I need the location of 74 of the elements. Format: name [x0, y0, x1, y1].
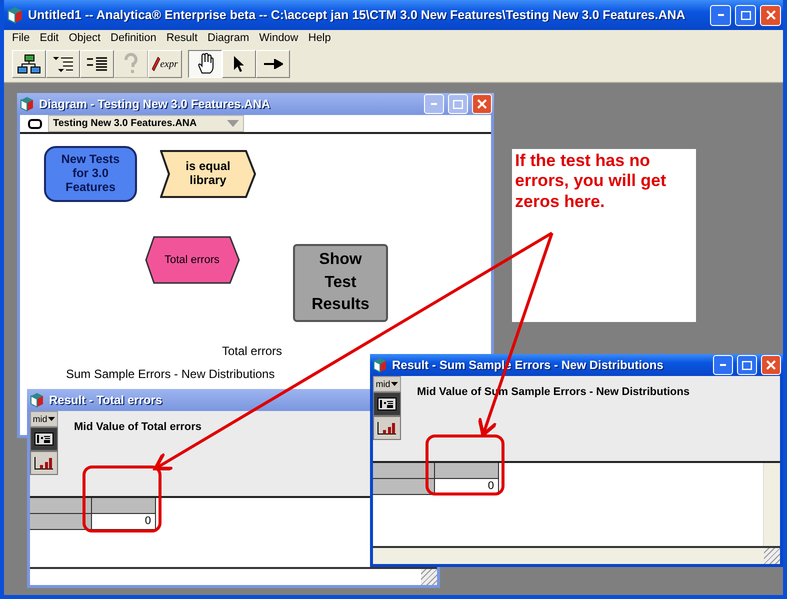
maximize-icon — [742, 360, 752, 370]
table-header-cell — [373, 463, 435, 479]
caret-icon — [48, 417, 56, 421]
menu-item[interactable]: File — [8, 32, 36, 44]
close-button[interactable] — [472, 94, 492, 114]
close-icon — [766, 360, 776, 370]
table-icon — [377, 397, 397, 411]
menu-item[interactable]: Help — [304, 32, 337, 44]
resize-grip[interactable] — [764, 548, 780, 564]
table-header-cell — [92, 498, 156, 514]
mode-dropdown[interactable]: mid — [373, 376, 401, 392]
table-view-button[interactable] — [30, 427, 58, 451]
arrow-tool-icon — [263, 59, 283, 69]
annotation-note: If the test has no errors, you will get zeros here. — [512, 149, 696, 322]
outline-list-icon — [52, 55, 74, 73]
close-button[interactable] — [760, 4, 781, 26]
caret-icon — [226, 120, 239, 127]
table-header-cell — [435, 463, 499, 479]
close-icon — [766, 10, 776, 20]
diagram-icon — [17, 54, 41, 74]
row-header-cell — [30, 514, 92, 530]
window-title: Untitled1 -- Analytica® Enterprise beta -- C:\accept jan 15\CTM 3.0 New Features\Testing New 3.0 Features.ANA — [28, 8, 686, 22]
app-logo-icon — [372, 357, 388, 373]
pointer-icon — [233, 55, 245, 73]
toolbar-button[interactable]: expr — [148, 50, 182, 78]
minimize-button[interactable] — [710, 4, 731, 26]
module-dropdown[interactable]: Testing New 3.0 Features.ANA — [48, 115, 244, 132]
maximize-icon — [740, 10, 750, 20]
minimize-icon — [431, 103, 437, 105]
button-node[interactable]: Show Test Results — [293, 244, 388, 322]
menu-item[interactable]: Edit — [36, 32, 65, 44]
minimize-icon — [720, 364, 726, 366]
window-title: Result - Total errors — [49, 393, 164, 407]
menu-item[interactable]: Definition — [106, 32, 162, 44]
result-heading: Mid Value of Total errors — [74, 421, 202, 435]
library-node[interactable]: is equal library — [160, 150, 256, 198]
hand-icon — [196, 53, 214, 75]
row-header-cell — [373, 479, 435, 495]
bar-chart-icon — [34, 456, 54, 470]
question-mark-icon — [122, 53, 140, 75]
app-logo-icon — [6, 6, 24, 24]
window-title: Diagram - Testing New 3.0 Features.ANA — [39, 97, 272, 111]
table-icon — [34, 432, 54, 446]
rounded-rectangle-icon — [28, 118, 42, 128]
menu-item[interactable]: Window — [255, 32, 304, 44]
module-node[interactable]: New Tests for 3.0 Features — [44, 146, 137, 202]
app-logo-icon — [29, 392, 45, 408]
graph-view-button[interactable] — [373, 416, 401, 440]
menu-item[interactable]: Diagram — [204, 32, 256, 44]
app-logo-icon — [19, 96, 35, 112]
minimize-button[interactable] — [713, 355, 733, 375]
graph-view-button[interactable] — [30, 451, 58, 475]
objective-node[interactable]: Total errors — [144, 236, 240, 284]
value-cell: 0 — [92, 514, 156, 530]
maximize-icon — [453, 100, 463, 108]
vertical-scrollbar[interactable] — [763, 463, 780, 546]
menu-item[interactable]: Result — [162, 32, 204, 44]
list-icon — [86, 56, 108, 72]
close-icon — [477, 99, 487, 109]
close-button[interactable] — [761, 355, 781, 375]
node-label: Total errors — [222, 344, 282, 358]
toolbar-button[interactable] — [188, 50, 222, 78]
table-view-button[interactable] — [373, 392, 401, 416]
maximize-button[interactable] — [737, 355, 757, 375]
resize-grip[interactable] — [421, 569, 437, 585]
mode-dropdown[interactable]: mid — [30, 411, 58, 427]
menu-item[interactable]: Object — [64, 32, 106, 44]
horizontal-scrollbar[interactable] — [373, 548, 764, 564]
table-header-cell — [30, 498, 92, 514]
bar-chart-icon — [377, 421, 397, 435]
minimize-icon — [718, 14, 724, 16]
maximize-button[interactable] — [735, 4, 756, 26]
node-label: Sum Sample Errors - New Distributions — [66, 367, 275, 381]
caret-icon — [391, 382, 398, 386]
